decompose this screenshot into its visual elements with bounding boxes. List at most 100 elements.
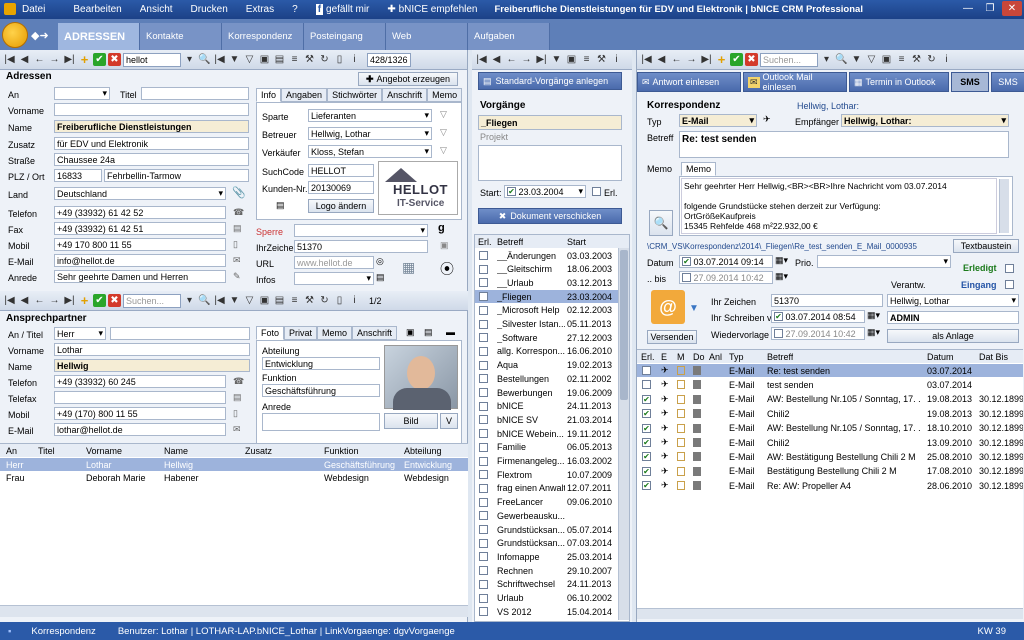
erl-checkbox[interactable] <box>479 360 488 370</box>
list-item[interactable]: Flextrom 10.07.2009 <box>475 468 619 481</box>
print-icon[interactable]: ▣ <box>258 294 271 307</box>
add-icon[interactable]: + <box>78 293 91 308</box>
erledigt-checkbox[interactable]: ✔ <box>642 466 651 476</box>
list-item[interactable]: Firmenangeleg... 16.03.2002 <box>475 455 619 468</box>
last-icon[interactable]: ▶| <box>63 53 76 66</box>
erl-checkbox[interactable] <box>479 525 488 534</box>
menu-extras[interactable]: Extras <box>237 4 283 15</box>
scroll-thumb[interactable] <box>620 250 628 400</box>
betreff-field[interactable]: Re: test senden <box>679 131 1009 158</box>
list-item[interactable]: _Software 27.12.2003 <box>475 331 619 344</box>
sms-button[interactable]: SMS <box>951 72 989 92</box>
ihr-zeichen-field[interactable]: 51370 <box>771 294 883 307</box>
datum-checkbox[interactable]: ✔ <box>682 257 691 266</box>
telefon-field[interactable]: +49 (33932) 61 42 52 <box>54 206 226 219</box>
erl-checkbox[interactable] <box>479 442 488 452</box>
table-row[interactable]: ✔ ✈ E-Mail Chili2 19.08.2013 30.12.1899 <box>637 407 1023 420</box>
table-row[interactable]: ✔ ✈ E-Mail AW: Bestätigung Bestellung Chili… <box>637 450 1023 463</box>
start-checkbox[interactable]: ✔ <box>507 187 516 196</box>
erl-checkbox[interactable] <box>479 483 488 493</box>
url-field[interactable]: www.hellot.de <box>294 256 374 269</box>
erl-checkbox[interactable] <box>479 374 488 384</box>
list-item[interactable]: bNICE SV 21.03.2014 <box>475 413 619 426</box>
bis-field[interactable]: 27.09.2014 10:42 <box>679 271 773 284</box>
col-erl[interactable]: Erl. <box>641 352 655 362</box>
col-dat-bis[interactable]: Dat Bis <box>979 352 1008 362</box>
list-item[interactable]: Infomappe 25.03.2014 <box>475 550 619 563</box>
fax-icon[interactable]: ▤ <box>233 392 242 403</box>
col-erl[interactable]: Erl. <box>478 237 492 247</box>
zusatz-field[interactable]: für EDV und Elektronik <box>54 137 249 150</box>
delete-icon[interactable]: ✖ <box>745 53 758 66</box>
tab-korrespondenz[interactable]: Korrespondenz <box>222 23 304 50</box>
tools-icon[interactable]: ⚒ <box>595 53 608 66</box>
list-item[interactable]: bNICE 24.11.2013 <box>475 400 619 413</box>
add-icon[interactable]: + <box>715 52 728 67</box>
edit-icon[interactable]: ✎ <box>233 271 241 282</box>
dropdown-arrow-icon[interactable]: ▼ <box>689 303 699 314</box>
anrede-field[interactable]: Sehr geehrte Damen und Herren <box>54 270 226 283</box>
list-item[interactable]: __Urlaub 03.12.2013 <box>475 276 619 289</box>
titel-field[interactable] <box>141 87 249 100</box>
list-item[interactable]: frag einen Anwalt 12.07.2011 <box>475 482 619 495</box>
sparte-select[interactable]: Lieferanten ▾ <box>308 109 432 122</box>
ihrzeichen-field[interactable]: 51370 <box>294 240 428 253</box>
minus-icon[interactable]: ▬ <box>446 327 455 337</box>
add-icon[interactable]: + <box>78 52 91 67</box>
versenden-button[interactable]: Versenden <box>647 330 697 344</box>
list-item[interactable]: Schriftwechsel 24.11.2013 <box>475 578 619 591</box>
col-an[interactable]: An <box>6 446 17 456</box>
email-field[interactable]: info@hellot.de <box>54 254 226 267</box>
erl-checkbox[interactable] <box>479 333 488 343</box>
forward-icon[interactable]: → <box>685 53 698 66</box>
list-item[interactable]: __Änderungen 03.03.2003 <box>475 249 619 262</box>
col-abteilung[interactable]: Abteilung <box>404 446 442 456</box>
list-item[interactable]: Familie 06.05.2013 <box>475 441 619 454</box>
pin-icon[interactable]: ✈ <box>763 114 771 125</box>
document-icon[interactable]: ▯ <box>333 53 346 66</box>
list-icon[interactable]: ≡ <box>288 294 301 307</box>
eingang-checkbox[interactable] <box>1005 280 1014 289</box>
prev-icon[interactable]: ◀ <box>490 53 503 66</box>
last-icon[interactable]: ▶| <box>535 53 548 66</box>
tools-icon[interactable]: ⚒ <box>303 53 316 66</box>
outlook-mail-button[interactable]: ✉ Outlook Mail einlesen <box>743 72 847 92</box>
erl-checkbox[interactable] <box>479 511 488 521</box>
first-icon[interactable]: |◀ <box>640 53 653 66</box>
mail-icon[interactable]: ✉ <box>233 424 241 435</box>
contact-telefon-field[interactable]: +49 (33932) 60 245 <box>54 375 226 388</box>
list-item[interactable]: FreeLancer 09.06.2010 <box>475 496 619 509</box>
list-item[interactable]: _Silvester Istan... 05.11.2013 <box>475 318 619 331</box>
back-icon[interactable]: ← <box>670 53 683 66</box>
maximize-button[interactable]: ❐ <box>980 1 1000 16</box>
search-dropdown-icon[interactable]: ▾ <box>183 294 196 307</box>
list-item[interactable]: VS 2012 15.04.2014 <box>475 605 619 618</box>
save-icon[interactable]: ✔ <box>93 294 106 307</box>
map-icon[interactable]: ▦ <box>402 259 415 276</box>
table-row[interactable]: Herr Lothar Hellwig Geschäftsführung Ent… <box>0 458 468 471</box>
search-icon[interactable]: 🔍 <box>198 294 211 307</box>
tab-contact-anschrift[interactable]: Anschrift <box>352 326 398 340</box>
erledigt-checkbox[interactable]: ✔ <box>642 438 651 447</box>
facebook-like-button[interactable]: f gefällt mir <box>307 4 379 15</box>
tab-anschrift[interactable]: Anschrift <box>382 88 428 102</box>
prev-icon[interactable]: ◀ <box>18 294 31 307</box>
back-icon[interactable]: ← <box>33 53 46 66</box>
refresh-icon[interactable]: ↻ <box>318 294 331 307</box>
col-zusatz[interactable]: Zusatz <box>245 446 272 456</box>
bis-checkbox[interactable] <box>682 273 691 282</box>
phone-icon[interactable]: ☎ <box>233 207 244 218</box>
back-icon[interactable]: ← <box>33 294 46 307</box>
mobil-field[interactable]: +49 170 800 11 55 <box>54 238 226 251</box>
search-doc-button[interactable]: 🔍 <box>649 210 673 236</box>
admin-field[interactable]: ADMIN <box>887 311 1019 324</box>
table-row[interactable]: Frau Deborah Marie Habener Webdesign Web… <box>0 471 468 484</box>
first-icon[interactable]: |◀ <box>3 294 16 307</box>
contact-name-field[interactable]: Hellwig <box>54 359 250 372</box>
projekt-memo[interactable] <box>478 145 622 181</box>
table-row[interactable]: ✔ ✈ E-Mail AW: Bestellung Nr.105 / Sonntag,… <box>637 422 1023 435</box>
erledigt-checkbox[interactable] <box>642 366 651 375</box>
prev-icon[interactable]: ◀ <box>18 53 31 66</box>
list-icon[interactable]: ≡ <box>895 53 908 66</box>
print-icon[interactable]: ▣ <box>406 327 415 338</box>
